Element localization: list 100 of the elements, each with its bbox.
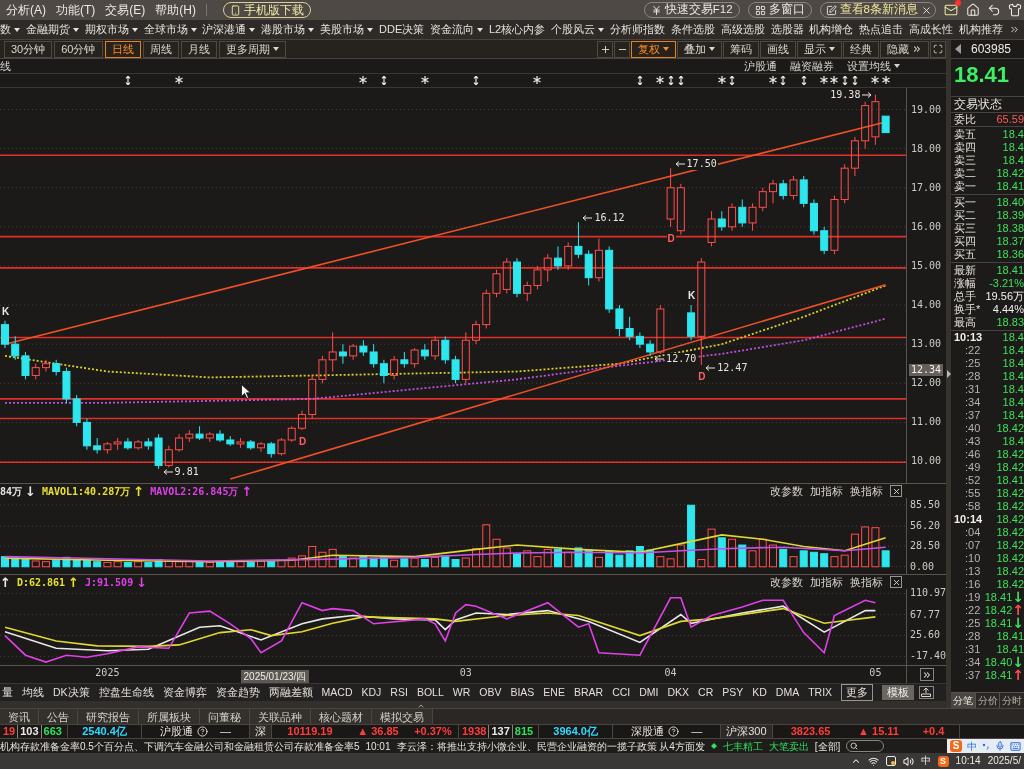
dock-button[interactable] [918, 686, 934, 699]
menu-item[interactable]: 功能(T) [56, 1, 96, 19]
indicator-tab[interactable]: 资金趋势 [215, 684, 260, 701]
indicator-tab[interactable]: 控盘生命线 [98, 684, 154, 701]
nav-menu-item[interactable]: 个股风云 [551, 21, 605, 38]
close-button[interactable] [921, 4, 932, 16]
info-tab[interactable]: 问董秘 [200, 709, 250, 724]
more-indicators-button[interactable]: 更多 [841, 683, 874, 702]
news-headline[interactable]: 机构存款准备金率0.5个百分点、下调汽车金融公司和金融租赁公司存款准备金率5 [0, 739, 360, 753]
indicator-tab[interactable]: DMA [775, 684, 800, 701]
app-tray-icon[interactable] [885, 756, 896, 766]
toolbar-button[interactable]: 隐藏 [880, 40, 929, 58]
pane-action-button[interactable]: 换指标 [850, 573, 883, 591]
pane-action-button[interactable]: 改参数 [770, 482, 803, 500]
period-tab[interactable]: 月线 [180, 40, 217, 58]
nav-menu-item[interactable]: 金融期货 [25, 21, 79, 38]
period-tab[interactable]: 周线 [142, 40, 179, 58]
nav-menu-item[interactable]: 沪深港通 [202, 21, 256, 38]
indicator-tab[interactable]: CCI [612, 684, 631, 701]
indicator-tab[interactable]: DMI [639, 684, 659, 701]
info-tab[interactable]: 关联品种 [250, 709, 311, 724]
template-button[interactable]: 模板 [882, 684, 915, 701]
indicator-tab[interactable]: ENE [543, 684, 565, 701]
indicator-tab[interactable]: TRIX [808, 684, 833, 701]
ma-setting-button[interactable]: 设置均线 [847, 57, 900, 75]
close-button[interactable] [890, 576, 902, 588]
menu-item[interactable]: 分析(A) [6, 1, 46, 19]
detail-tab[interactable]: 分时 [1000, 693, 1024, 708]
nav-menu-item[interactable]: 全球市场 [143, 21, 197, 38]
indicator-tab[interactable]: BIAS [510, 684, 535, 701]
nav-menu-item[interactable]: 美股市场 [320, 21, 374, 38]
indicator-tab[interactable]: BOLL [416, 684, 444, 701]
indicator-tab[interactable]: 资金博弈 [162, 684, 207, 701]
toolbar-button[interactable]: 经典 [843, 40, 879, 58]
detail-tab[interactable]: 分价 [975, 693, 1000, 708]
detail-tab[interactable]: 分笔 [951, 693, 975, 708]
nav-menu-item[interactable]: 热点追击 [859, 21, 904, 38]
pane-action-button[interactable]: 换指标 [850, 482, 883, 500]
nav-menu-item[interactable]: 高级选股 [720, 21, 765, 38]
more-menus-button[interactable] [1008, 24, 1020, 35]
indicator-tab[interactable]: PSY [722, 684, 744, 701]
toolbar-button[interactable]: 画线 [760, 40, 796, 58]
indicator-tab[interactable]: KD [752, 684, 767, 701]
info-tab[interactable]: 所属板块 [139, 709, 200, 724]
microphone-icon[interactable] [995, 741, 1005, 751]
toolbar-button[interactable]: 显示 [797, 40, 842, 58]
nav-menu-item[interactable]: 期权市场 [84, 21, 138, 38]
home-icon[interactable] [966, 3, 980, 17]
zoom-in-button[interactable] [597, 40, 613, 58]
info-tab[interactable]: 研究报告 [78, 709, 139, 724]
indicator-tab[interactable]: RSI [390, 684, 408, 701]
period-tab[interactable]: 60分钟 [54, 40, 103, 58]
toolbar-button[interactable]: 筹码 [723, 40, 759, 58]
nav-menu-item[interactable]: 机构推荐 [958, 21, 1003, 38]
close-button[interactable] [890, 485, 902, 497]
shirt-icon[interactable] [1008, 3, 1022, 17]
indicator-tab[interactable]: 两融差额 [268, 684, 313, 701]
indicator-tab[interactable]: MACD [321, 684, 353, 701]
all-news-link[interactable]: [全部] [814, 739, 841, 753]
speaker-icon[interactable] [902, 755, 914, 767]
menu-item[interactable]: 交易(E) [105, 1, 146, 19]
scroll-right-button[interactable] [919, 668, 934, 681]
collapse-arrow-icon[interactable] [946, 370, 951, 378]
period-tab[interactable]: 更多周期 [218, 40, 286, 58]
indicator-tab[interactable]: DK决策 [53, 684, 90, 701]
input-mode-indicator[interactable]: 中 [920, 755, 931, 767]
nav-menu-item[interactable]: 数 [0, 21, 20, 38]
toolbar-button[interactable]: 复权 [631, 40, 676, 58]
pane-action-button[interactable]: 加指标 [810, 573, 843, 591]
nav-menu-item[interactable]: DDE决策 [379, 21, 425, 38]
indicator-tab[interactable]: BRAR [573, 684, 604, 701]
indicator-tab[interactable]: KDJ [361, 684, 382, 701]
indicator-tab[interactable]: 均线 [22, 684, 44, 701]
nav-menu-item[interactable]: 资金流向 [430, 21, 484, 38]
nav-menu-item[interactable]: 选股器 [770, 21, 804, 38]
nav-menu-item[interactable]: 机构增仓 [809, 21, 854, 38]
period-tab[interactable]: 30分钟 [4, 40, 53, 58]
info-tab[interactable]: 核心题材 [311, 709, 372, 724]
period-tab[interactable]: 日线 [104, 40, 141, 58]
indicator-tab[interactable]: OBV [479, 684, 502, 701]
back-icon[interactable] [987, 3, 1001, 17]
menu-item[interactable]: 帮助(H) [155, 1, 196, 19]
pane-action-button[interactable]: 改参数 [770, 573, 803, 591]
nav-menu-item[interactable]: 条件选股 [670, 21, 715, 38]
info-tab[interactable]: 模拟交易 [372, 709, 433, 724]
info-tab[interactable]: 资讯 [0, 709, 39, 724]
wifi-icon[interactable] [867, 755, 879, 767]
toolbar-button[interactable]: 叠加 [677, 40, 722, 58]
fullscreen-button[interactable] [930, 40, 946, 58]
nav-menu-item[interactable]: 高成长性 [909, 21, 954, 38]
keyboard-icon[interactable] [1010, 740, 1021, 752]
info-tab[interactable]: 公告 [39, 709, 78, 724]
indicator-tab[interactable]: CR [698, 684, 714, 701]
nav-menu-item[interactable]: L2核心内参 [488, 21, 546, 38]
indicator-tab[interactable]: DKX [667, 684, 690, 701]
mail-icon[interactable] [944, 3, 958, 17]
left-triangle-icon[interactable] [955, 44, 961, 54]
zoom-out-button[interactable] [614, 40, 630, 58]
pane-action-button[interactable]: 加指标 [810, 482, 843, 500]
link-button[interactable]: 沪股通 [744, 57, 777, 75]
